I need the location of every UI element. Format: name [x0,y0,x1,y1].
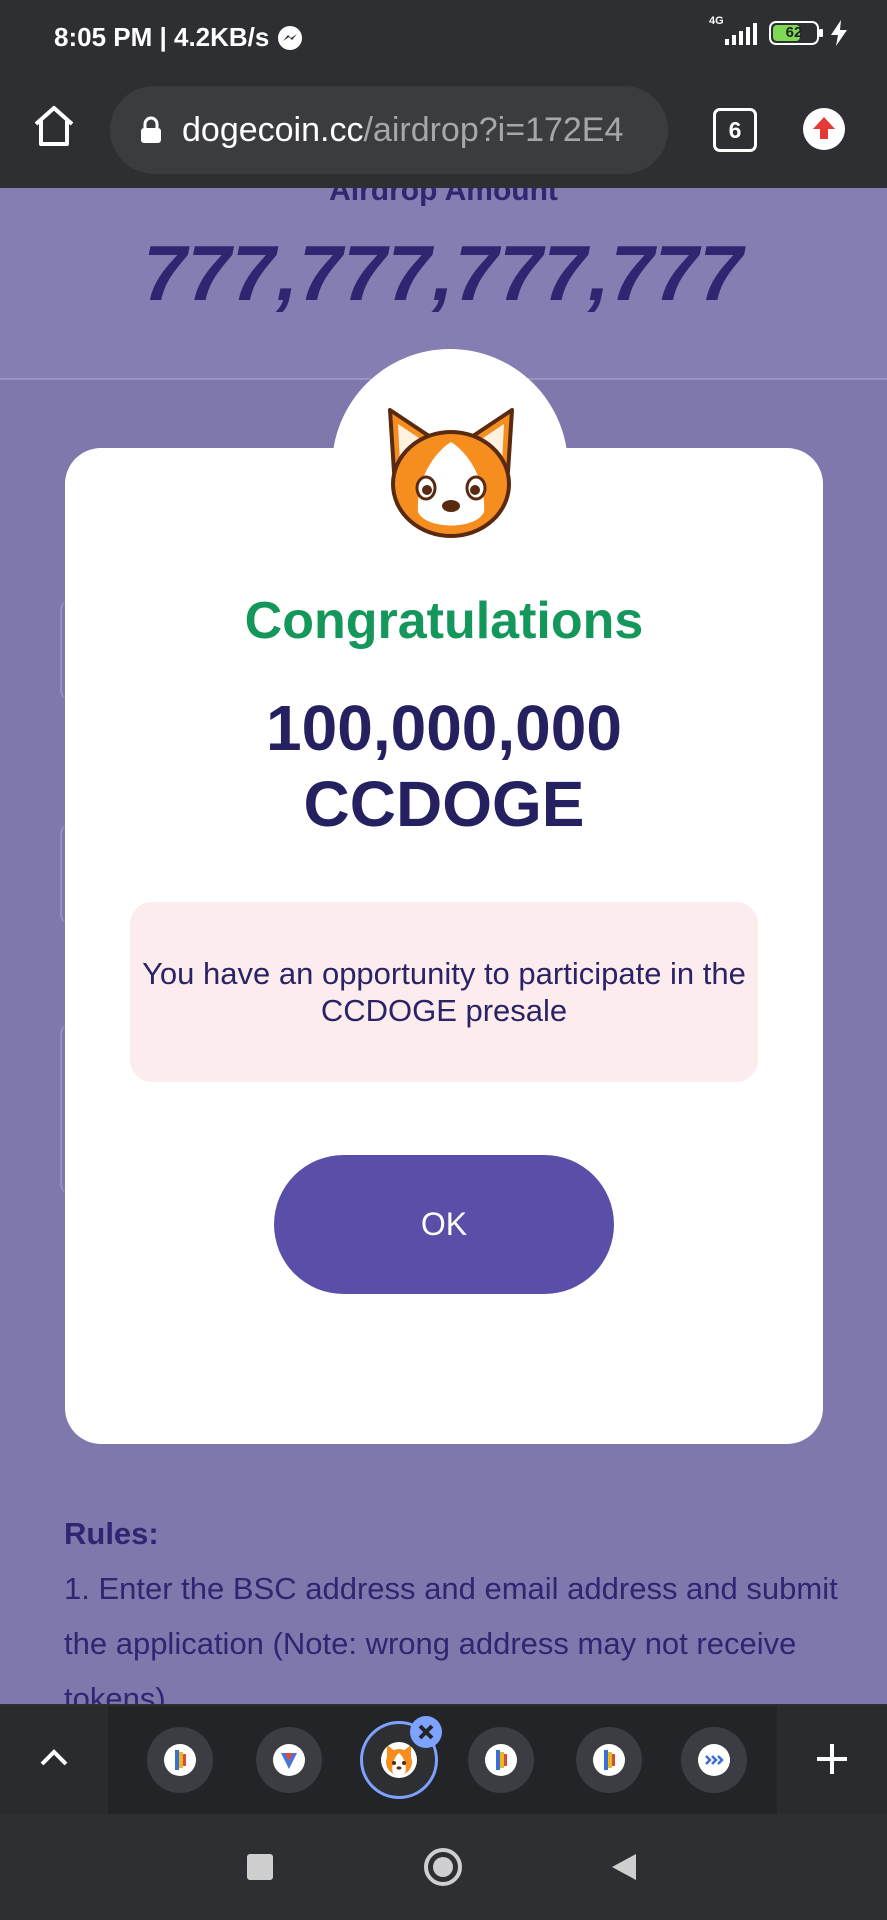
close-icon [418,1724,434,1740]
ok-button[interactable]: OK [274,1155,614,1294]
airdrop-label: Airdrop Amount [329,188,558,207]
back-icon[interactable] [610,1852,638,1882]
update-button[interactable] [803,108,845,150]
modal-amount: 100,000,000 CCDOGE [65,690,823,842]
tab-item[interactable] [576,1727,642,1793]
battery-level: 62 [785,24,803,41]
new-tab-button[interactable] [777,1706,887,1814]
rules-title: Rules: [64,1516,159,1551]
status-left: 8:05 PM | 4.2KB/s [54,22,303,53]
home-icon[interactable] [30,102,78,150]
messenger-icon [278,25,303,50]
site-favicon-icon [485,1744,517,1776]
home-button[interactable] [424,1848,462,1886]
recents-button[interactable] [247,1854,273,1880]
system-nav-bar [0,1814,887,1920]
url-domain: dogecoin.cc [182,110,364,149]
browser-toolbar: dogecoin.cc/airdrop?i=172E4 6 [0,78,887,188]
charging-icon [831,20,847,46]
airdrop-amount: 777,777,777,777 [143,229,744,317]
presale-notice-text: You have an opportunity to participate i… [142,956,746,1028]
signal-icon: 4G [709,15,757,45]
network-type: 4G [709,15,724,27]
modal-title: Congratulations [244,592,644,650]
presale-notice: You have an opportunity to participate i… [130,902,758,1082]
dog-logo-icon [388,408,514,538]
status-bar: 8:05 PM | 4.2KB/s 4G 62 [0,0,887,78]
site-favicon-icon [164,1744,196,1776]
site-favicon-icon [273,1744,305,1776]
status-right: 4G 62 [709,15,847,46]
url-text: dogecoin.cc/airdrop?i=172E4 [182,111,623,150]
address-bar[interactable]: dogecoin.cc/airdrop?i=172E4 [110,86,668,174]
url-path: /airdrop?i=172E4 [363,110,624,149]
status-time-speed: 8:05 PM | 4.2KB/s [54,22,270,52]
lock-icon [141,116,161,143]
close-tab-button[interactable] [410,1716,442,1748]
expand-tabs-button[interactable] [0,1706,108,1814]
tab-switcher-button[interactable]: 6 [713,108,757,152]
tab-item[interactable] [147,1727,213,1793]
chevron-up-icon [40,1749,68,1766]
plus-icon [817,1744,847,1774]
modal-amount-number: 100,000,000 [266,692,622,764]
tab-item[interactable] [256,1727,322,1793]
battery-icon: 62 [769,21,823,45]
forward-arrows-icon [698,1744,730,1776]
tab-item[interactable] [468,1727,534,1793]
arrow-up-icon [813,117,835,139]
tab-item[interactable] [681,1727,747,1793]
rules-section: Rules: 1. Enter the BSC address and emai… [64,1506,854,1704]
rules-text: 1. Enter the BSC address and email addre… [64,1571,838,1704]
tab-strip [0,1706,887,1814]
modal-amount-token: CCDOGE [303,768,585,840]
site-favicon-icon [593,1744,625,1776]
